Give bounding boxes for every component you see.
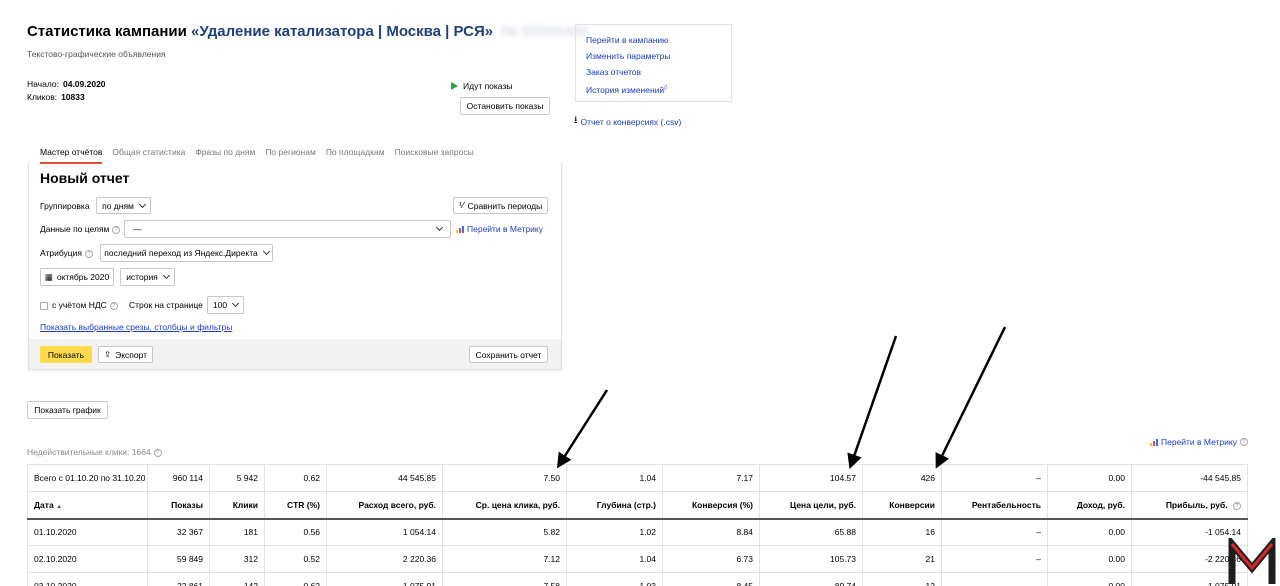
arrow-avg-cpc — [556, 389, 609, 469]
arrow-conversions — [935, 326, 1007, 469]
arrow-goal-cost — [847, 335, 898, 470]
watermark-logo — [1228, 538, 1276, 584]
annotation-arrows — [556, 326, 1007, 470]
